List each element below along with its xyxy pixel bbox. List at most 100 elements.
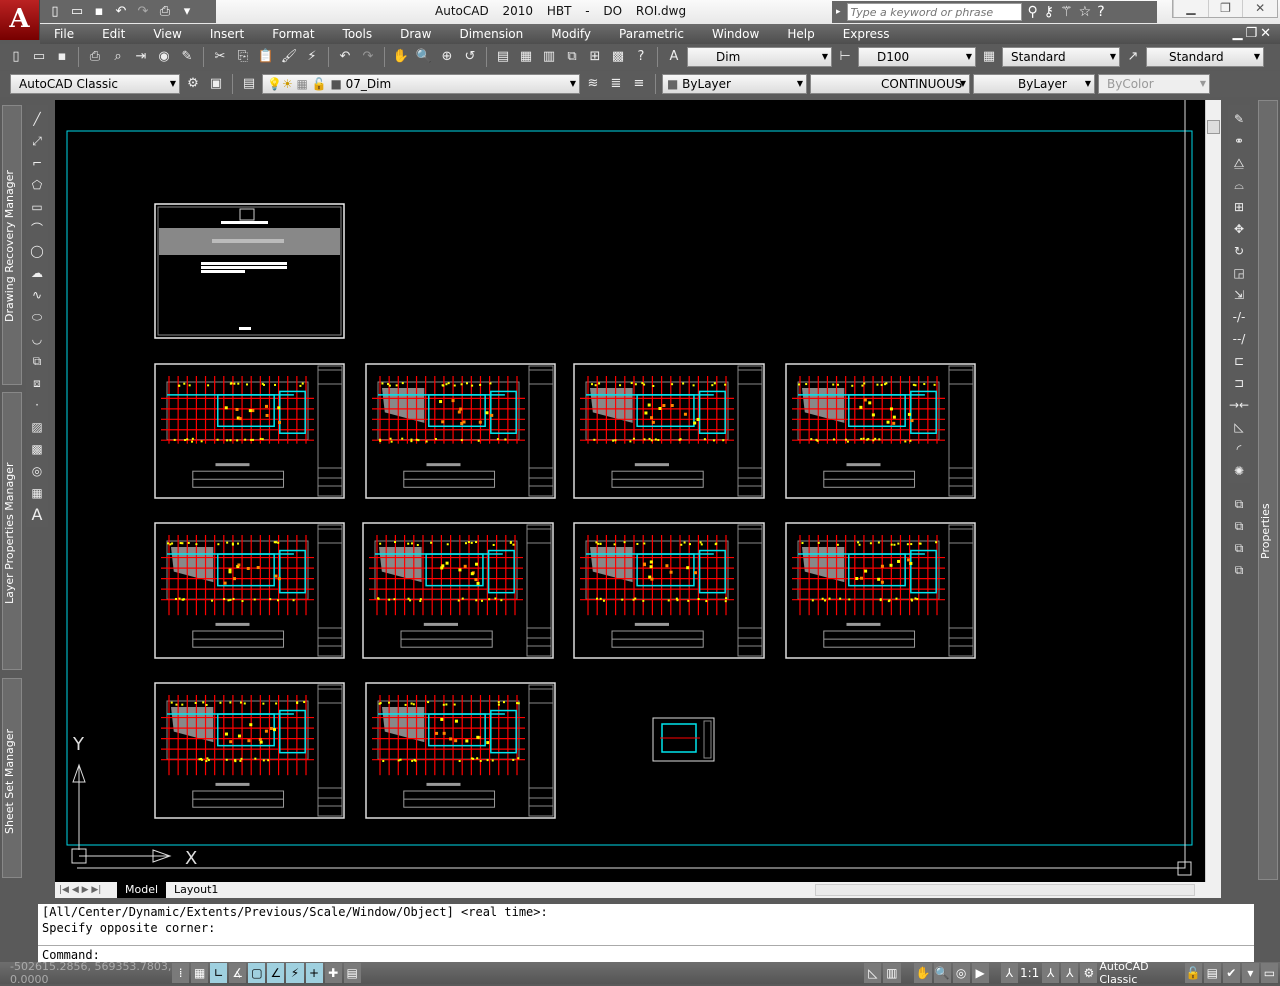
workspace-settings-icon[interactable]: ⚙ — [183, 74, 203, 94]
insert-block-icon[interactable]: ⧉ — [27, 351, 47, 371]
plot-icon[interactable]: ⎙ — [156, 4, 174, 20]
save-icon[interactable]: ▪ — [90, 4, 108, 20]
zoom-previous-icon[interactable]: ↺ — [460, 47, 480, 67]
linetype-select[interactable]: CONTINUOUS — [810, 74, 970, 94]
text-style-icon[interactable]: A — [664, 47, 684, 67]
pan-icon[interactable]: ✋ — [391, 47, 411, 67]
line-icon[interactable]: ╱ — [27, 109, 47, 129]
isolate-objects-icon[interactable]: ✔ — [1222, 963, 1240, 983]
open-icon[interactable]: ▭ — [29, 47, 49, 67]
copy-icon[interactable]: ⚭ — [1229, 131, 1249, 151]
sheet-set-manager-palette[interactable]: Sheet Set Manager — [2, 678, 22, 878]
workspace-status[interactable]: AutoCAD Classic — [1099, 960, 1184, 986]
circle-icon[interactable]: ◯ — [27, 241, 47, 261]
new-icon[interactable]: ▯ — [6, 47, 26, 67]
paste-icon[interactable]: 📋 — [256, 47, 276, 67]
rotate-icon[interactable]: ↻ — [1229, 241, 1249, 261]
auto-scale-icon[interactable]: ⅄ — [1061, 963, 1079, 983]
ortho-icon[interactable]: ∟ — [210, 963, 228, 983]
zoom-window-icon[interactable]: ⊕ — [437, 47, 457, 67]
make-block-icon[interactable]: ⧈ — [27, 373, 47, 393]
showmotion-icon[interactable]: ▶ — [971, 963, 989, 983]
arc-icon[interactable]: ⌒ — [27, 219, 47, 239]
layer-previous-icon[interactable]: ≣ — [606, 74, 626, 94]
customize-icon[interactable]: ▣ — [206, 74, 226, 94]
lock-icon[interactable]: 🔓 — [1184, 963, 1202, 983]
send-to-back-icon[interactable]: ⧉ — [1229, 516, 1249, 536]
plot-icon[interactable]: ⎙ — [85, 47, 105, 67]
markup-icon[interactable]: ⊞ — [585, 47, 605, 67]
tab-navigation-icon[interactable]: |◀ ◀ ▶ ▶| — [55, 885, 117, 895]
move-icon[interactable]: ✥ — [1229, 219, 1249, 239]
scale-icon[interactable]: ◲ — [1229, 263, 1249, 283]
menu-insert[interactable]: Insert — [210, 27, 244, 41]
annotation-visibility-icon[interactable]: ⅄ — [1042, 963, 1060, 983]
undo-icon[interactable]: ↶ — [335, 47, 355, 67]
osnap-icon[interactable]: ▢ — [248, 963, 266, 983]
application-menu-button[interactable]: A — [0, 0, 40, 40]
coordinate-readout[interactable]: -502615.2856, 569353.7803, 0.0000 — [0, 960, 172, 986]
chamfer-icon[interactable]: ◺ — [1229, 417, 1249, 437]
preview-icon[interactable]: ⌕ — [108, 47, 128, 67]
break-icon[interactable]: ⊐ — [1229, 373, 1249, 393]
drawing-canvas[interactable]: YX — [55, 100, 1205, 882]
horizontal-scrollbar[interactable] — [815, 884, 1195, 896]
3d-dwf-icon[interactable]: ◉ — [154, 47, 174, 67]
color-select[interactable]: ■ ByLayer — [662, 74, 807, 94]
grid-icon[interactable]: ▦ — [191, 963, 209, 983]
close-icon[interactable]: ✕ — [1242, 0, 1277, 17]
point-icon[interactable]: · — [27, 395, 47, 415]
workspace-select[interactable]: AutoCAD Classic — [10, 74, 180, 94]
edit-icon[interactable]: ✎ — [177, 47, 197, 67]
explode-icon[interactable]: ✺ — [1229, 461, 1249, 481]
minimize-icon[interactable]: ▁ — [1173, 0, 1208, 17]
block-editor-icon[interactable]: ⚡ — [302, 47, 322, 67]
text-style-select[interactable]: Dim — [687, 47, 832, 67]
polygon-icon[interactable]: ⬠ — [27, 175, 47, 195]
menu-help[interactable]: Help — [787, 27, 814, 41]
chevron-down-icon[interactable]: ▾ — [178, 4, 196, 20]
mirror-icon[interactable]: ⧋ — [1229, 153, 1249, 173]
vertical-scrollbar[interactable] — [1205, 100, 1221, 882]
new-icon[interactable]: ▯ — [46, 4, 64, 20]
help-icon[interactable]: ? — [1097, 4, 1104, 20]
offset-icon[interactable]: ⌓ — [1229, 175, 1249, 195]
status-menu-icon[interactable]: ▾ — [1241, 963, 1259, 983]
menu-view[interactable]: View — [153, 27, 181, 41]
scroll-thumb[interactable] — [1207, 120, 1220, 134]
menu-express[interactable]: Express — [843, 27, 890, 41]
zoom-realtime-icon[interactable]: 🔍 — [414, 47, 434, 67]
rectangle-icon[interactable]: ▭ — [27, 197, 47, 217]
snap-mode-icon[interactable]: ⁞ — [172, 963, 190, 983]
multileader-style-icon[interactable]: ↗ — [1123, 47, 1143, 67]
layer-properties-manager-palette[interactable]: Layer Properties Manager — [2, 392, 22, 670]
undo-icon[interactable]: ↶ — [112, 4, 130, 20]
make-current-layer-icon[interactable]: ≋ — [583, 74, 603, 94]
search-input[interactable] — [846, 3, 1022, 21]
hatch-icon[interactable]: ▨ — [27, 417, 47, 437]
ellipse-icon[interactable]: ⬭ — [27, 307, 47, 327]
region-icon[interactable]: ◎ — [27, 461, 47, 481]
mtext-icon[interactable]: A — [27, 505, 47, 525]
command-input[interactable]: Command: — [38, 945, 1254, 962]
bring-above-icon[interactable]: ⧉ — [1229, 538, 1249, 558]
redo-icon[interactable]: ↷ — [134, 4, 152, 20]
dyn-icon[interactable]: + — [305, 963, 323, 983]
help-icon[interactable]: ? — [631, 47, 651, 67]
menu-tools[interactable]: Tools — [343, 27, 373, 41]
calculator-icon[interactable]: ▩ — [608, 47, 628, 67]
array-icon[interactable]: ⊞ — [1229, 197, 1249, 217]
pan-icon[interactable]: ✋ — [914, 963, 932, 983]
clean-screen-icon[interactable]: ▭ — [1260, 963, 1278, 983]
properties-palette[interactable]: Properties — [1258, 100, 1278, 880]
tab-layout1[interactable]: Layout1 — [166, 882, 226, 898]
lineweight-select[interactable]: ByLayer — [973, 74, 1095, 94]
dim-style-icon[interactable]: ⊢ — [835, 47, 855, 67]
spline-icon[interactable]: ∿ — [27, 285, 47, 305]
quick-view-layouts-icon[interactable]: ▥ — [883, 963, 901, 983]
table-style-select[interactable]: Standard — [1002, 47, 1120, 67]
join-icon[interactable]: →← — [1229, 395, 1249, 415]
satellite-icon[interactable]: ⚚ — [1060, 4, 1073, 20]
polar-icon[interactable]: ∡ — [229, 963, 247, 983]
send-under-icon[interactable]: ⧉ — [1229, 560, 1249, 580]
